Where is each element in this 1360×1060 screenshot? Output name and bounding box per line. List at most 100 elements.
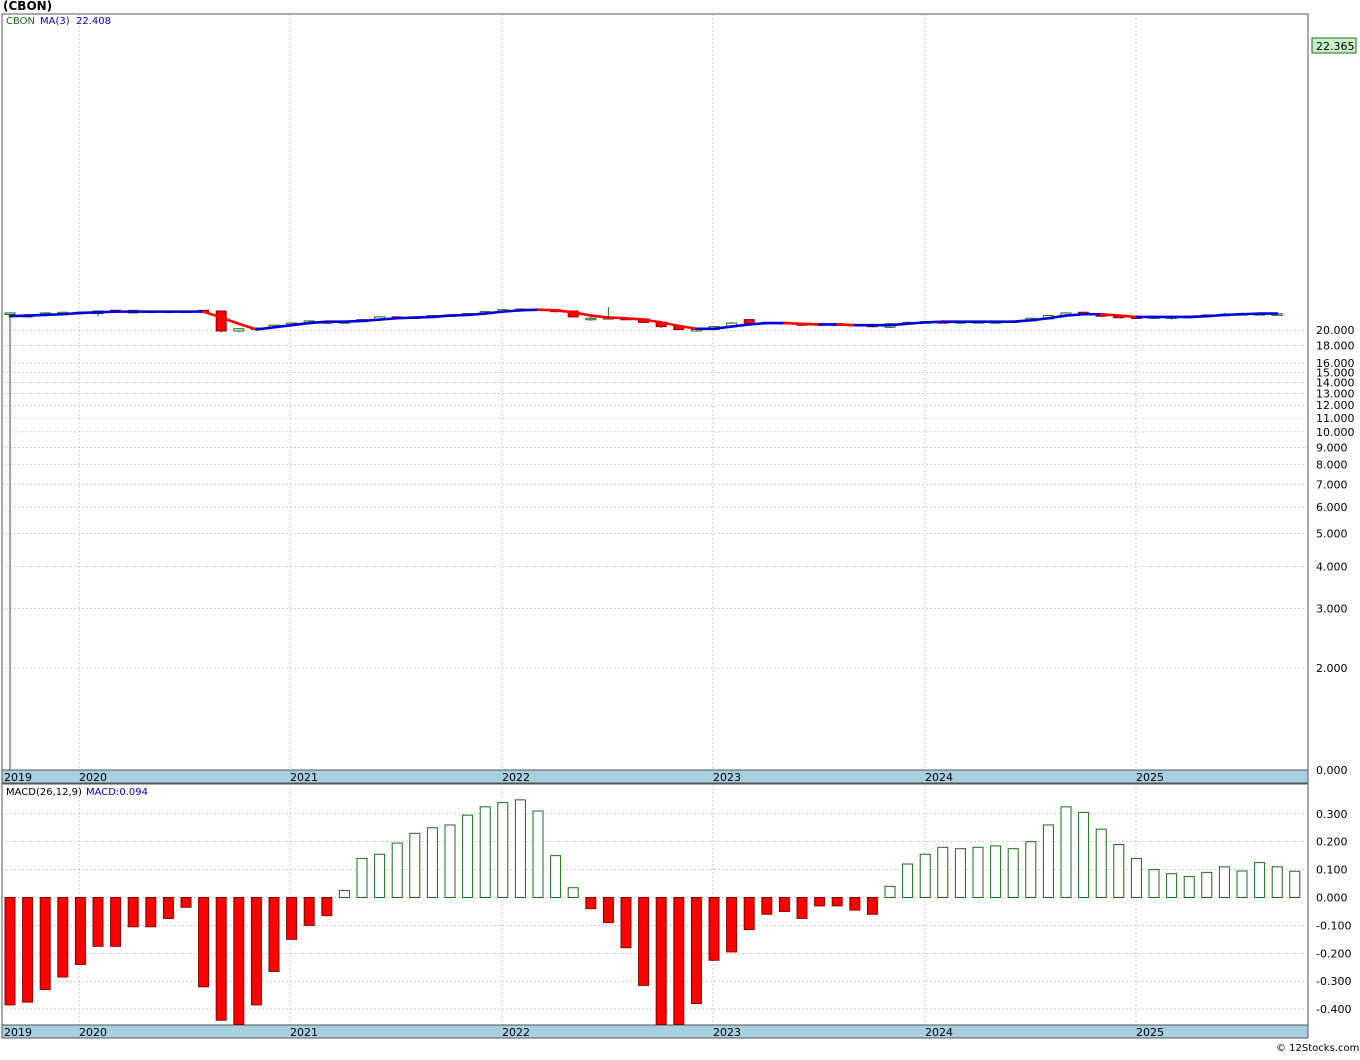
macd-bar xyxy=(304,898,314,926)
ma-segment xyxy=(1207,315,1225,316)
macd-bar xyxy=(709,898,719,961)
macd-bar xyxy=(1290,871,1300,897)
copyright: © 12Stocks.com xyxy=(1276,1043,1359,1054)
macd-bar xyxy=(410,833,420,897)
ma-segment xyxy=(1013,320,1031,321)
macd-bar xyxy=(181,898,191,908)
price-y-tick: 12.000 xyxy=(1316,399,1355,412)
macd-bar xyxy=(779,898,789,912)
price-y-tick: 3.000 xyxy=(1316,603,1348,616)
ma-segment xyxy=(749,323,767,324)
macd-bar xyxy=(111,898,121,947)
candle-body xyxy=(5,313,15,315)
macd-bar xyxy=(1079,812,1089,897)
macd-bar xyxy=(1008,849,1018,898)
macd-bar xyxy=(1255,863,1265,898)
price-year-label: 2025 xyxy=(1136,771,1164,784)
price-panel: 2019202020212022202320242025 20.00018.00… xyxy=(2,14,1356,784)
price-y-tick: 11.000 xyxy=(1316,412,1355,425)
ma-segment xyxy=(608,318,626,319)
ma-segment xyxy=(63,313,81,314)
macd-bar xyxy=(850,898,860,911)
macd-bar xyxy=(375,854,385,897)
macd-bar xyxy=(515,800,525,898)
ma-segment xyxy=(626,318,644,319)
macd-bar xyxy=(1061,807,1071,898)
candle-body xyxy=(216,311,226,331)
macd-bar xyxy=(955,849,965,898)
macd-bar xyxy=(58,898,68,978)
macd-bar xyxy=(1043,825,1053,898)
macd-bar xyxy=(867,898,877,915)
macd-bar xyxy=(832,898,842,906)
ma-segment xyxy=(925,322,943,323)
price-y-tick: 0.000 xyxy=(1316,764,1348,777)
ma-segment xyxy=(784,323,802,324)
macd-y-tick: -0.400 xyxy=(1316,1003,1351,1016)
macd-bar xyxy=(533,811,543,897)
macd-bar xyxy=(269,898,279,972)
ma-label: MA(3) xyxy=(40,16,70,27)
price-y-tick: 6.000 xyxy=(1316,501,1348,514)
macd-bar xyxy=(586,898,596,909)
price-year-label: 2019 xyxy=(4,771,32,784)
price-y-tick: 20.000 xyxy=(1316,324,1355,337)
macd-bar xyxy=(920,854,930,897)
macd-y-tick: -0.200 xyxy=(1316,947,1351,960)
chart-title: (CBON) xyxy=(3,0,52,13)
price-y-tick: 5.000 xyxy=(1316,528,1348,541)
price-y-tick: 18.000 xyxy=(1316,340,1355,353)
macd-bar xyxy=(973,847,983,897)
candle-body xyxy=(234,329,244,331)
ma-segment xyxy=(10,316,28,317)
macd-bar xyxy=(128,898,138,927)
macd-bar xyxy=(287,898,297,940)
price-y-tick: 10.000 xyxy=(1316,426,1355,439)
price-y-tick: 4.000 xyxy=(1316,560,1348,573)
macd-bar xyxy=(480,807,490,898)
chart-root: (CBON) 2019202020212022202320242025 20.0… xyxy=(0,0,1360,1056)
ma-segment xyxy=(890,324,908,325)
macd-year-label: 2022 xyxy=(502,1026,530,1039)
ma-segment xyxy=(28,315,46,316)
ma-segment xyxy=(520,310,538,311)
ma-segment xyxy=(415,317,433,318)
macd-bar xyxy=(903,864,913,897)
symbol-label: CBON xyxy=(6,16,35,27)
price-y-tick: 9.000 xyxy=(1316,441,1348,454)
macd-bar xyxy=(1237,871,1247,898)
macd-bar xyxy=(639,898,649,986)
macd-bar xyxy=(463,815,473,897)
ma-segment xyxy=(802,324,820,325)
macd-bar xyxy=(991,846,1001,898)
ma-segment xyxy=(1189,316,1207,317)
price-y-tick: 7.000 xyxy=(1316,478,1348,491)
macd-bar xyxy=(392,843,402,897)
macd-bar xyxy=(1026,842,1036,898)
macd-bar xyxy=(146,898,156,927)
macd-bar xyxy=(603,898,613,923)
last-price-value: 22.365 xyxy=(1316,40,1355,53)
ma-segment xyxy=(432,316,450,317)
candle-body xyxy=(586,318,596,320)
macd-bar xyxy=(885,886,895,897)
macd-bar xyxy=(1096,829,1106,897)
macd-bar xyxy=(5,898,15,1005)
ma-segment xyxy=(538,310,556,311)
ma-segment xyxy=(362,320,380,321)
macd-panel: 2019202020212022202320242025 0.3000.2000… xyxy=(2,784,1351,1039)
ma-segment xyxy=(1101,314,1119,315)
ma-segment xyxy=(908,322,926,323)
ma-segment xyxy=(503,310,521,311)
ma-segment xyxy=(98,312,116,313)
macd-bar xyxy=(568,888,578,898)
macd-bar xyxy=(762,898,772,915)
macd-year-label: 2025 xyxy=(1136,1026,1164,1039)
macd-bar xyxy=(744,898,754,930)
ma-segment xyxy=(1242,314,1260,315)
ma-segment xyxy=(45,314,63,315)
macd-bar xyxy=(216,898,226,1021)
macd-year-label: 2020 xyxy=(79,1026,107,1039)
macd-y-tick: 0.000 xyxy=(1316,892,1348,905)
ma-segment xyxy=(309,322,327,323)
